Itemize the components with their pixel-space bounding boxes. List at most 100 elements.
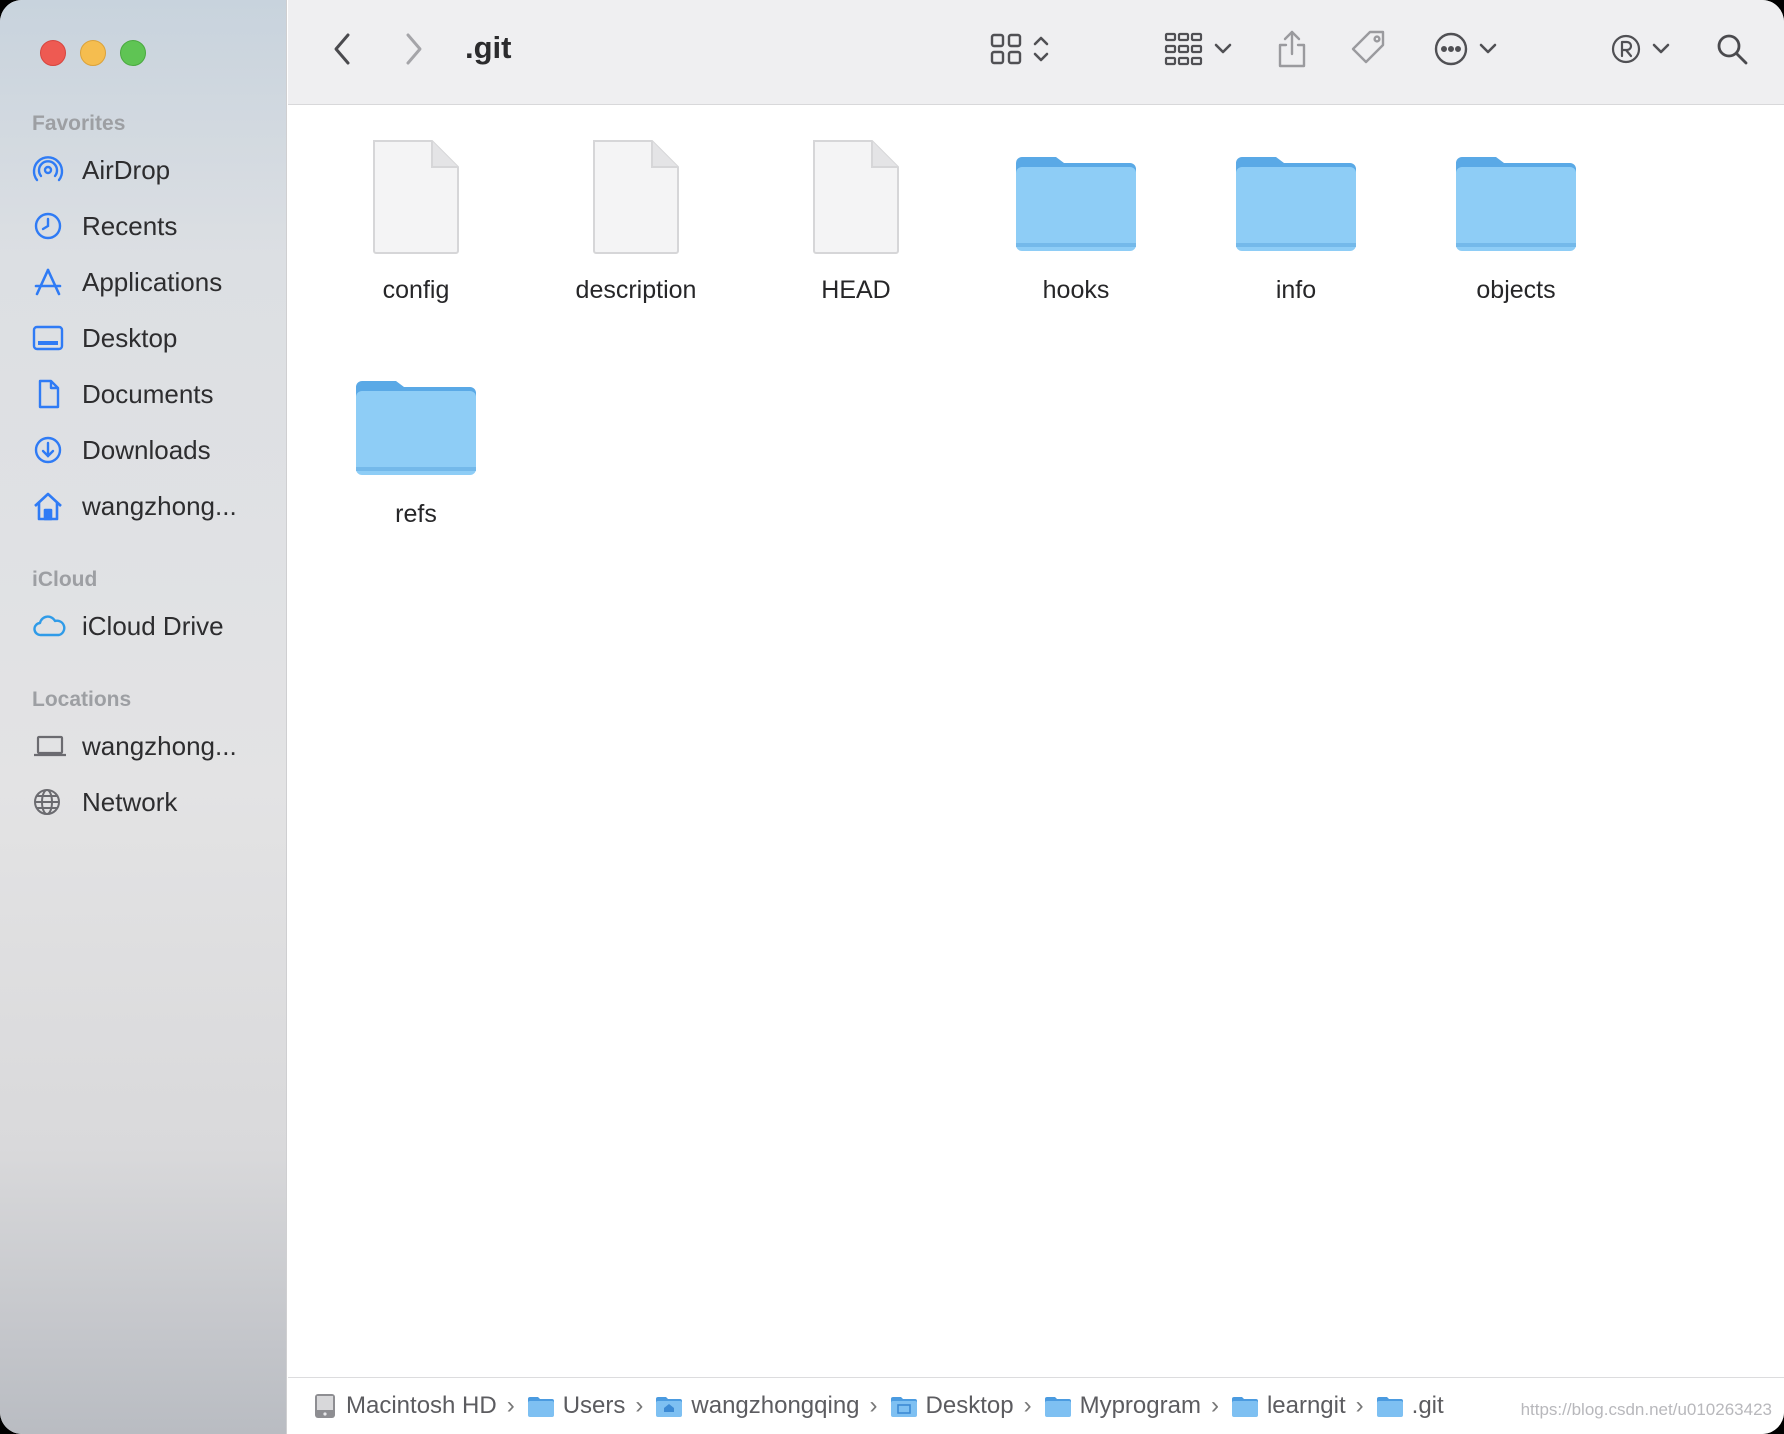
path-segment-label: .git [1411,1392,1444,1419]
folder-icon [1231,1394,1259,1418]
sidebar-item-label: Network [82,786,178,817]
path-segment[interactable]: wangzhongqing › [655,1392,889,1420]
sidebar-item-network[interactable]: Network [32,780,272,824]
folder-icon [354,381,478,485]
path-segment[interactable]: Myprogram › [1044,1392,1231,1420]
folder-icon [1376,1394,1404,1418]
folder-icon [1454,157,1578,261]
path-separator-icon: › [1210,1392,1219,1419]
file-item[interactable]: config [316,137,516,305]
sidebar-item-downloads[interactable]: Downloads [32,428,272,472]
folder-icon [1014,157,1138,261]
folder-name: objects [1476,276,1556,304]
chevron-left-icon [331,32,353,71]
home-folder-icon [655,1394,683,1418]
sidebar-item-documents[interactable]: Documents [32,372,272,416]
folder-name: hooks [1042,276,1110,304]
path-segment-label: Desktop [925,1392,1014,1419]
path-segment-label: learngit [1266,1392,1346,1419]
finder-window: Favorites AirDrop Recents Applications D… [0,0,1784,1434]
path-separator-icon: › [635,1392,644,1419]
search-icon [1715,32,1749,71]
folder-item[interactable]: info [1196,137,1396,305]
folder-item[interactable]: refs [316,361,516,529]
path-segment[interactable]: Macintosh HD › [312,1392,527,1420]
chevron-down-icon [1652,42,1670,60]
zoom-window-button[interactable] [120,40,146,66]
file-item[interactable]: description [536,137,736,305]
window-title: .git [465,30,512,65]
desktop-icon [32,323,70,353]
sidebar-item-label: wangzhong... [82,490,237,521]
chevron-down-icon [1479,42,1497,60]
tag-icon [1348,29,1388,74]
path-separator-icon: › [1355,1392,1364,1419]
sidebar-section-header: Locations [32,688,132,711]
path-segment[interactable]: learngit › [1231,1392,1376,1420]
path-segment[interactable]: Users › [527,1392,656,1420]
up-down-chevron-icon [1033,34,1049,69]
clock-icon [32,211,70,241]
folder-item[interactable]: hooks [976,137,1176,305]
sidebar-item-applications[interactable]: Applications [32,260,272,304]
sidebar-item-airdrop[interactable]: AirDrop [32,148,272,192]
path-segment[interactable]: .git [1376,1392,1444,1420]
forward-button[interactable] [398,28,430,74]
file-browser: config description HEAD hooks info objec… [288,105,1784,1378]
registered-icon [1610,33,1642,70]
search-button[interactable] [1712,28,1752,74]
watermark: https://blog.csdn.net/u010263423 [1520,1400,1772,1419]
sidebar-item-home[interactable]: wangzhong... [32,484,272,528]
desktop-folder-icon [890,1394,918,1418]
home-icon [32,491,70,521]
group-grid-icon [1164,32,1204,71]
folder-name: info [1275,276,1317,304]
view-mode-button[interactable] [984,28,1054,74]
path-segment-label: Users [562,1392,626,1419]
file-name: HEAD [821,276,891,304]
sidebar-item-desktop[interactable]: Desktop [32,316,272,360]
more-icon [1433,31,1469,72]
folder-icon [1044,1394,1072,1418]
laptop-icon [32,731,70,761]
globe-icon [32,787,70,817]
document-file-icon [590,140,682,261]
file-item[interactable]: HEAD [756,137,956,305]
folder-icon [1234,157,1358,261]
minimize-window-button[interactable] [80,40,106,66]
path-segment-label: Myprogram [1079,1392,1201,1419]
extension-button[interactable] [1608,28,1672,74]
share-button[interactable] [1272,28,1312,74]
path-segment[interactable]: Desktop › [890,1392,1044,1420]
document-file-icon [370,140,462,261]
path-separator-icon: › [1023,1392,1032,1419]
path-separator-icon: › [869,1392,878,1419]
sidebar-section-header: iCloud [32,568,98,591]
group-by-button[interactable] [1160,28,1236,74]
tags-button[interactable] [1344,28,1392,74]
hard-drive-icon [312,1392,338,1420]
close-window-button[interactable] [40,40,66,66]
action-menu-button[interactable] [1430,28,1500,74]
sidebar-item-label: Applications [82,266,223,297]
sidebar-item-label: wangzhong... [82,730,237,761]
sidebar-item-label: Desktop [82,322,178,353]
sidebar-item-recents[interactable]: Recents [32,204,272,248]
folder-icon [527,1394,555,1418]
sidebar-item-label: Recents [82,210,178,241]
sidebar-item-label: iCloud Drive [82,610,224,641]
cloud-icon [32,611,70,641]
sidebar-item-mac[interactable]: wangzhong... [32,724,272,768]
chevron-right-icon [403,32,425,71]
sidebar: Favorites AirDrop Recents Applications D… [0,0,287,1434]
applications-icon [32,267,70,297]
path-bar: Macintosh HD › Users › wangzhongqing › D… [288,1377,1784,1434]
document-icon [32,379,70,409]
sidebar-item-label: Downloads [82,434,211,465]
sidebar-item-icloud-drive[interactable]: iCloud Drive [32,604,272,648]
folder-item[interactable]: objects [1416,137,1616,305]
icon-grid-icon [989,32,1023,71]
sidebar-item-label: AirDrop [82,154,171,185]
back-button[interactable] [326,28,358,74]
sidebar-section-header: Favorites [32,112,126,135]
